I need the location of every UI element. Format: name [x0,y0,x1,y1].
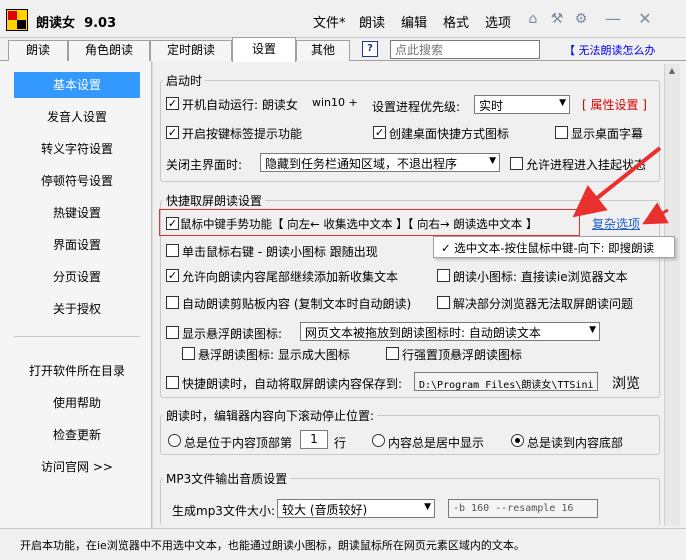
scroll-top-label: 总是位于内容顶部第 [184,436,293,450]
menu-edit[interactable]: 编辑 [401,12,427,31]
scroll-up-icon[interactable]: ▲ [666,66,678,78]
mp3-size-label: 生成mp3文件大小: [172,504,275,518]
sidebar-item-license[interactable]: 关于授权 [14,296,140,322]
float-big-checkbox[interactable] [182,347,195,360]
right-click-label: 单击鼠标右键 - 朗读小图标 跟随出现 [182,245,378,259]
append-end-label: 允许向朗读内容尾部继续添加新收集文本 [182,270,399,284]
quick-save-label: 快捷朗读时，自动将取屏朗读内容保存到: [182,377,403,391]
sidebar-item-interface[interactable]: 界面设置 [14,232,140,258]
mp3-params-field[interactable]: -b 160 --resample 16 [448,499,598,518]
sidebar-item-paging[interactable]: 分页设置 [14,264,140,290]
tab-timed-read[interactable]: 定时朗读 [150,40,232,61]
autorun-label: 开机自动运行: 朗读女 [182,98,298,112]
chevron-down-icon: ▼ [559,98,566,108]
save-path-field[interactable]: D:\Program Files\朗读女\TTSini [414,372,598,391]
help-link[interactable]: 【 无法朗读怎么办 [564,42,656,58]
auto-clipboard-label: 自动朗读剪贴板内容 (复制文本时自动朗读) [182,297,412,311]
scroll-top-radio[interactable] [168,434,181,447]
autorun-checkbox[interactable]: ✓ [166,97,179,110]
sidebar-link-help[interactable]: 使用帮助 [14,390,140,416]
menu-read[interactable]: 朗读 [359,12,385,31]
group-scroll-title: 朗读时，编辑器内容向下滚动停止位置: [163,407,378,424]
fix-browser-label: 解决部分浏览器无法取屏朗读问题 [453,297,634,311]
right-click-checkbox[interactable] [166,244,179,257]
vertical-scrollbar[interactable] [664,64,680,526]
tab-settings[interactable]: 设置 [232,37,296,62]
tab-other[interactable]: 其他 [296,40,350,61]
group-startup-title: 启动时 [163,72,206,89]
chevron-down-icon: ▼ [489,156,496,166]
complex-options-link[interactable]: 复杂选项 [592,215,640,232]
mp3-size-select[interactable]: 较大 (音质较好) ▼ [277,499,435,518]
gesture-label: 鼠标中键手势功能【 向左← 收集选中文本 】【 向右→ 朗读选中文本 】 [180,217,538,231]
minimize-icon[interactable]: — [604,10,622,28]
auto-clipboard-checkbox[interactable] [166,296,179,309]
fix-browser-checkbox[interactable] [437,296,450,309]
home-icon[interactable]: ⌂ [524,10,542,28]
float-pin-checkbox[interactable] [386,347,399,360]
scroll-bottom-radio[interactable] [511,434,524,447]
desktop-shortcut-label: 创建桌面快捷方式图标 [389,127,510,141]
float-pin-label: 行强置顶悬浮朗读图标 [402,348,523,362]
hotkey-tip-checkbox[interactable]: ✓ [166,126,179,139]
tab-role-read[interactable]: 角色朗读 [68,40,150,61]
desktop-shortcut-checkbox[interactable]: ✓ [373,126,386,139]
scroll-center-label: 内容总是居中显示 [388,436,485,450]
allow-suspend-checkbox[interactable] [510,157,523,170]
close-main-label: 关闭主界面时: [166,158,243,172]
pin-icon[interactable]: ⚙ [572,10,590,28]
app-title: 朗读女 9.03 [36,16,117,31]
sidebar-divider [14,336,140,337]
small-icon-ie-checkbox[interactable] [437,269,450,282]
help-icon[interactable]: ? [362,41,378,57]
scroll-top-unit: 行 [334,436,347,450]
sidebar-item-escape[interactable]: 转义字符设置 [14,136,140,162]
float-drop-select[interactable]: 网页文本被拖放到朗读图标时: 自动朗读文本 ▼ [300,322,600,341]
sidebar-link-open-dir[interactable]: 打开软件所在目录 [14,358,140,384]
sidebar-item-pause[interactable]: 停顿符号设置 [14,168,140,194]
priority-select[interactable]: 实时 ▼ [474,95,570,114]
tools-icon[interactable]: ⚒ [548,10,566,28]
group-mp3-title: MP3文件输出音质设置 [163,470,291,487]
close-main-select[interactable]: 隐藏到任务栏通知区域，不退出程序 ▼ [260,153,500,172]
float-icon-label: 显示悬浮朗读图标: [182,327,283,341]
sidebar-item-hotkey[interactable]: 热键设置 [14,200,140,226]
float-icon-checkbox[interactable] [166,326,179,339]
gesture-checkbox[interactable]: ✓ [166,217,179,230]
popup-menu-item[interactable]: ✓ 选中文本-按住鼠标中键-向下: 即搜朗读 [441,240,654,256]
status-text: 开启本功能，在ie浏览器中不用选中文本，也能通过朗读小图标，朗读鼠标所在网页元素… [20,539,525,552]
chevron-down-icon: ▼ [589,325,596,335]
hotkey-tip-label: 开启按键标签提示功能 [182,127,303,141]
app-logo-icon [6,9,28,31]
attr-settings-link[interactable]: [ 属性设置 ] [582,96,647,113]
quick-save-checkbox[interactable] [166,376,179,389]
menu-options[interactable]: 选项 [485,12,511,31]
menu-format[interactable]: 格式 [443,12,469,31]
priority-label: 设置进程优先级: [372,100,461,114]
tab-read[interactable]: 朗读 [8,40,68,61]
float-big-label: 悬浮朗读图标: 显示成大图标 [198,348,350,362]
sidebar-link-website[interactable]: 访问官网 >> [14,454,140,480]
desktop-subtitle-checkbox[interactable] [555,126,568,139]
menu-file[interactable]: 文件* [313,12,346,31]
chevron-down-icon: ▼ [424,502,431,512]
append-end-checkbox[interactable]: ✓ [166,269,179,282]
sidebar-item-voice[interactable]: 发音人设置 [14,104,140,130]
scroll-center-radio[interactable] [372,434,385,447]
sidebar-item-basic[interactable]: 基本设置 [14,72,140,98]
allow-suspend-label: 允许进程进入挂起状态 [526,158,647,172]
autorun-os-label: win10 + [312,96,358,109]
small-icon-ie-label: 朗读小图标: 直接读ie浏览器文本 [453,270,628,284]
close-icon[interactable]: ✕ [636,10,654,28]
desktop-subtitle-label: 显示桌面字幕 [571,127,644,141]
scroll-top-line-input[interactable]: 1 [300,430,328,449]
search-input[interactable] [390,40,540,59]
scroll-bottom-label: 总是读到内容底部 [527,436,624,450]
sidebar-link-update[interactable]: 检查更新 [14,422,140,448]
group-quick-read-title: 快捷取屏朗读设置 [163,192,266,209]
browse-button[interactable]: 浏览 [612,373,640,393]
